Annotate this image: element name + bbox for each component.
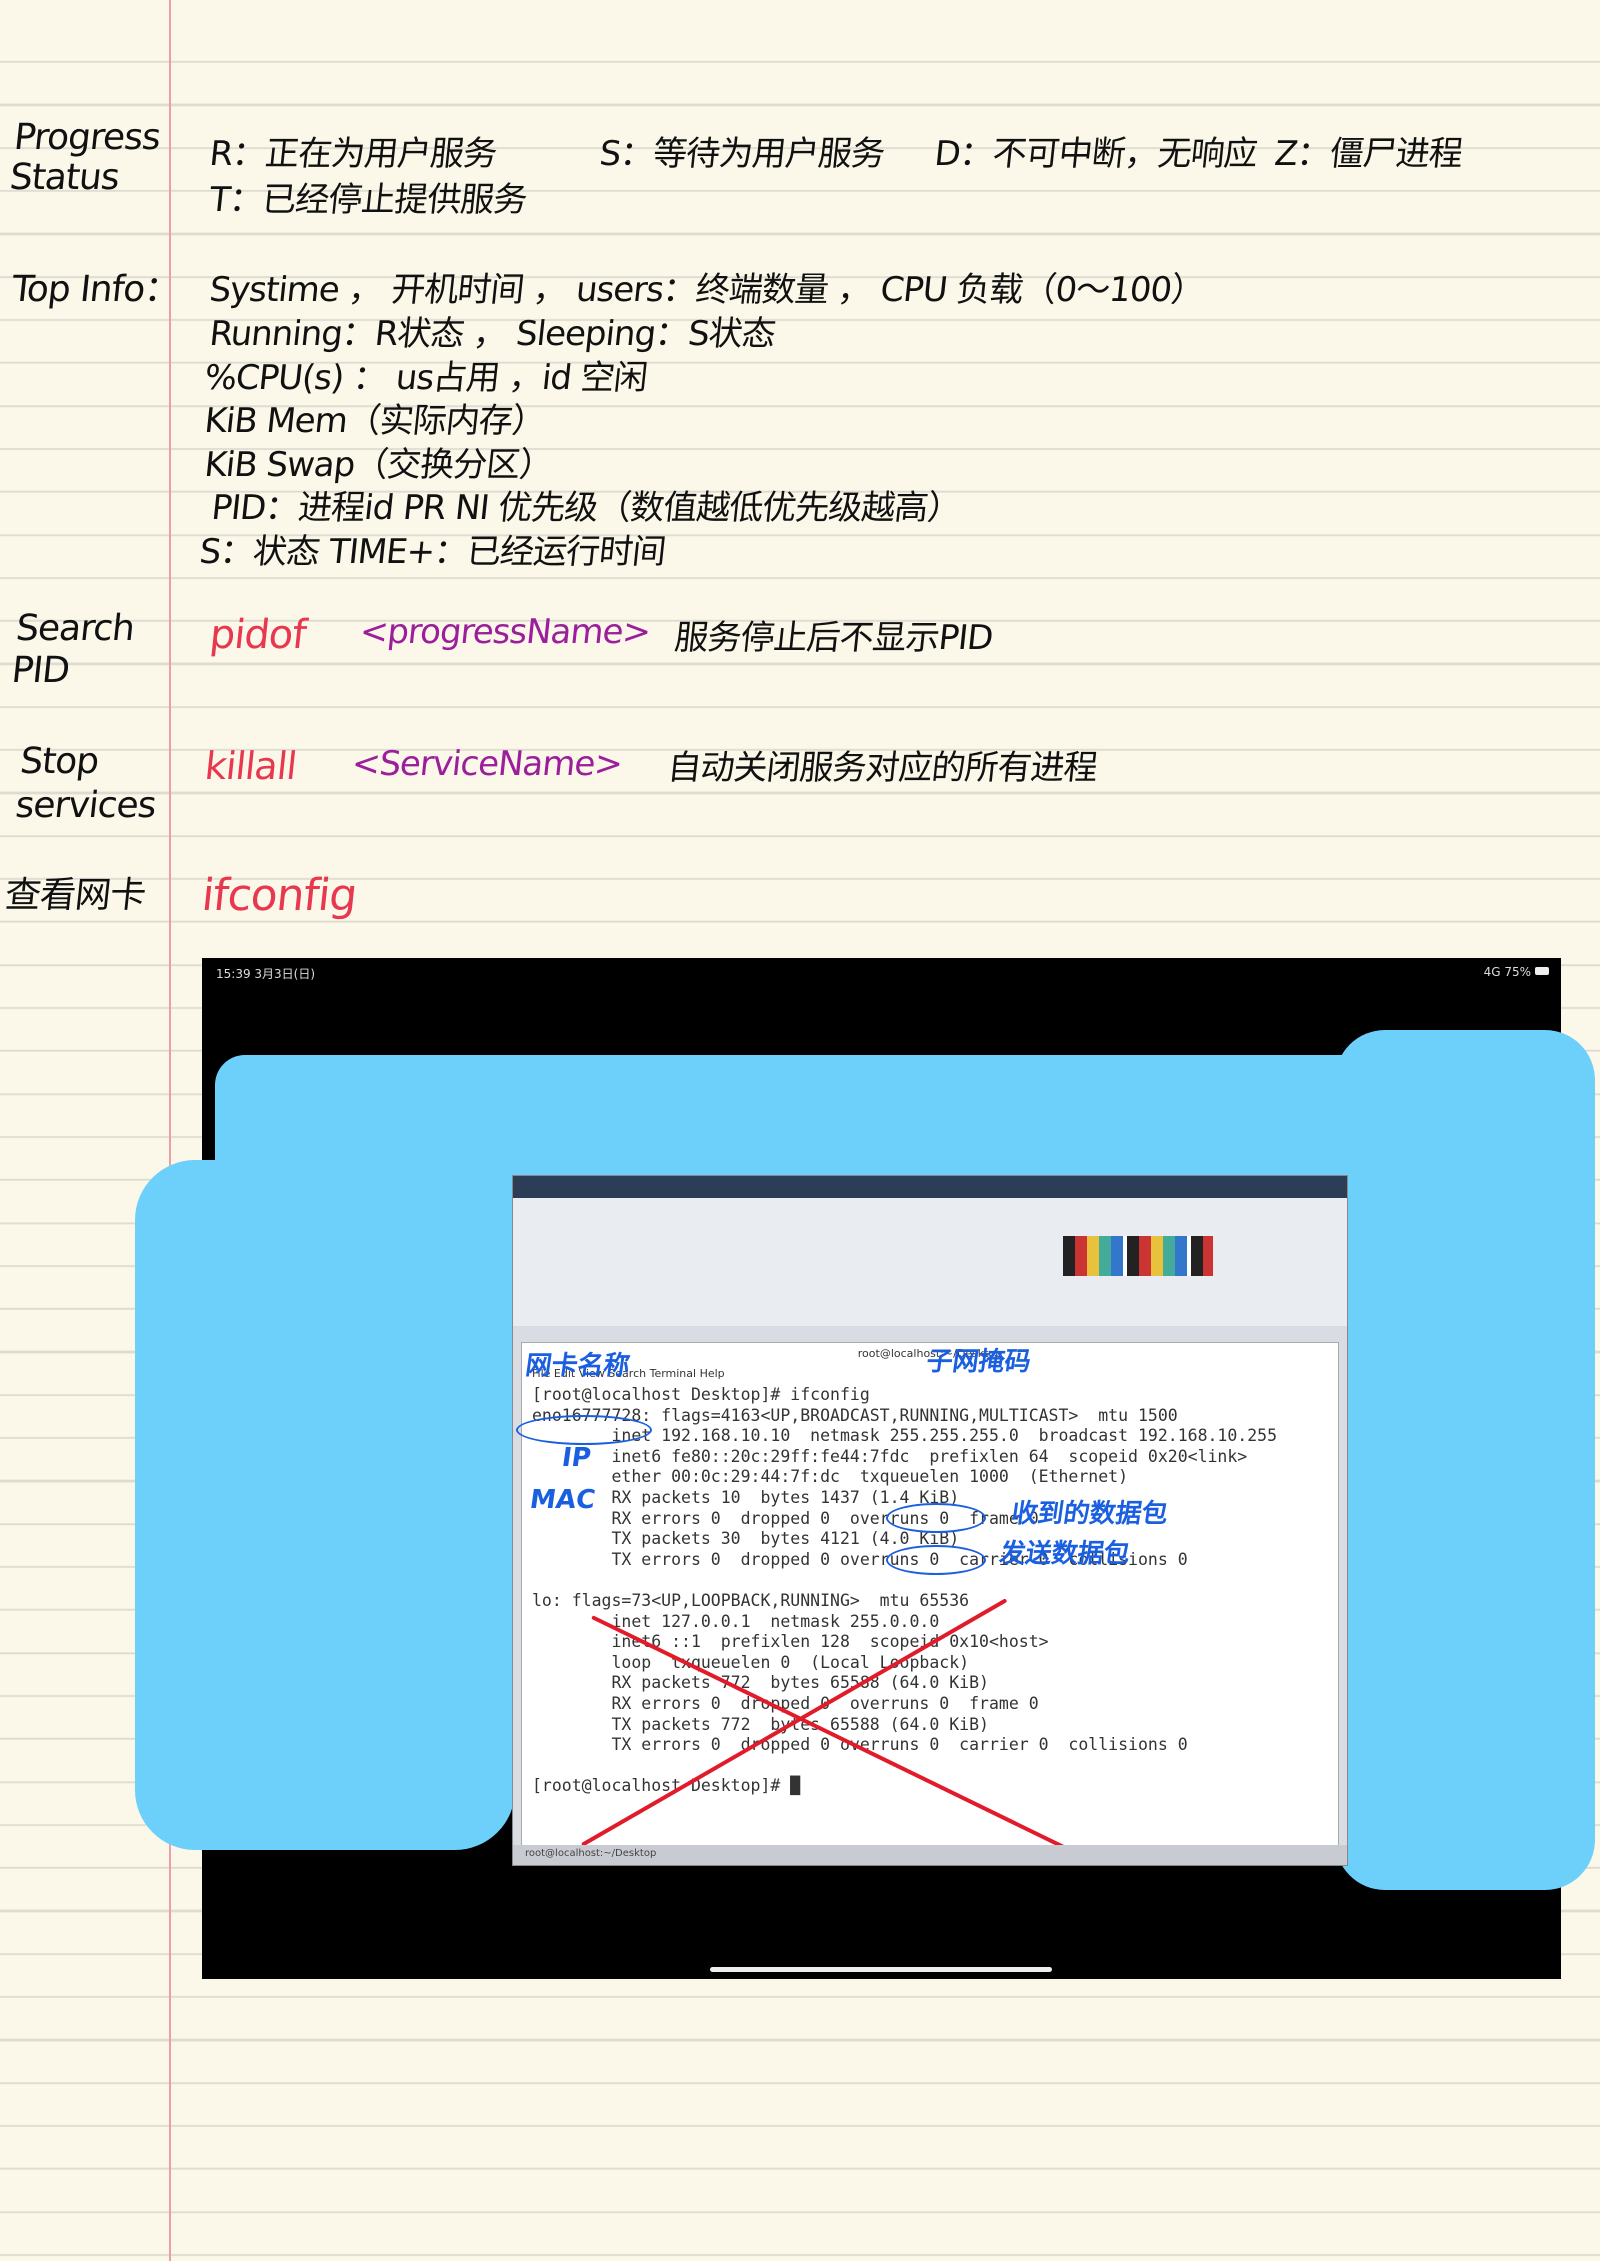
tx-circle — [886, 1545, 986, 1575]
killall-note: 自动关闭服务对应的所有进程 — [665, 748, 1099, 788]
terminal-window: root@localhost:~/Desktop File Edit View … — [512, 1175, 1348, 1866]
terminal-line: ether 00:0c:29:44:7f:dc txqueuelen 1000 … — [532, 1467, 1129, 1487]
progress-name-arg: <progressName> — [357, 612, 653, 652]
status-r: R：正在为用户服务 — [207, 134, 499, 174]
top-info-line: S：状态 TIME+：已经运行时间 — [197, 532, 668, 572]
top-info-line: Running：R状态 ， Sleeping：S状态 — [207, 314, 777, 354]
annotation-rx: 收到的数据包 — [1009, 1499, 1170, 1529]
terminal-line: lo: flags=73<UP,LOOPBACK,RUNNING> mtu 65… — [532, 1591, 970, 1610]
status-z: Z：僵尸进程 — [1272, 134, 1465, 174]
top-info-label: Top Info： — [9, 269, 182, 310]
nic-label: 查看网卡 — [2, 875, 148, 916]
terminal[interactable]: root@localhost:~/Desktop File Edit View … — [516, 1342, 1339, 1856]
annotation-ip: IP — [559, 1443, 593, 1473]
pidof-note: 服务停止后不显示PID — [672, 618, 995, 658]
terminal-line: TX packets 30 bytes 4121 (4.0 KiB) — [532, 1529, 960, 1549]
terminal-line: inet 127.0.0.1 netmask 255.0.0.0 — [532, 1611, 940, 1631]
status-t: T：已经停止提供服务 — [207, 180, 529, 220]
annotation-mac: MAC — [527, 1485, 598, 1515]
top-info-line: PID：进程id PR NI 优先级（数值越低优先级越高） — [209, 488, 963, 528]
margin-line — [169, 0, 171, 2261]
annotation-netmask: 子网掩码 — [924, 1347, 1033, 1377]
terminal-line: RX packets 772 bytes 65588 (64.0 KiB) — [532, 1673, 989, 1693]
paint-ribbon — [513, 1176, 1347, 1326]
annotation-tx: 发送数据包 — [997, 1539, 1132, 1569]
status-network-battery: 4G 75% — [1483, 965, 1531, 979]
top-info-line: KiB Mem（实际内存） — [202, 401, 547, 441]
stop-services-label: Stop services — [13, 741, 158, 826]
status-s: S：等待为用户服务 — [597, 134, 887, 174]
annotation-nic-name: 网卡名称 — [523, 1351, 632, 1381]
terminal-line: [root@localhost Desktop]# █ — [532, 1776, 801, 1796]
nic-name-circle — [516, 1415, 652, 1445]
terminal-line: TX packets 772 bytes 65588 (64.0 KiB) — [532, 1714, 989, 1734]
progress-status-label: Progress Status — [7, 117, 162, 198]
taskbar[interactable]: root@localhost:~/Desktop — [513, 1845, 1347, 1865]
killall-command: killall — [202, 744, 299, 788]
top-info-line: %CPU(s) ： us占用 ，id 空闲 — [202, 358, 649, 398]
status-d: D：不可中断，无响应 — [932, 134, 1259, 174]
battery-icon — [1535, 967, 1549, 975]
rx-circle — [886, 1503, 986, 1533]
color-palette — [1063, 1236, 1213, 1276]
ifconfig-command: ifconfig — [199, 870, 360, 921]
pidof-command: pidof — [207, 612, 308, 658]
blue-highlight — [1335, 1030, 1595, 1890]
terminal-line: inet6 fe80::20c:29ff:fe44:7fdc prefixlen… — [532, 1446, 1248, 1466]
search-pid-label: Search PID — [9, 608, 137, 691]
terminal-line: [root@localhost Desktop]# ifconfig — [532, 1385, 870, 1404]
status-time: 15:39 3月3日(日) — [216, 967, 316, 981]
terminal-line: inet6 ::1 prefixlen 128 scopeid 0x10<hos… — [532, 1632, 1049, 1652]
blue-highlight — [135, 1160, 515, 1850]
home-indicator — [710, 1967, 1052, 1972]
service-name-arg: <ServiceName> — [349, 744, 625, 784]
top-info-line: KiB Swap（交换分区） — [202, 445, 555, 485]
top-info-line: Systime ， 开机时间 ， users：终端数量 ， CPU 负载（0～1… — [207, 270, 1207, 310]
